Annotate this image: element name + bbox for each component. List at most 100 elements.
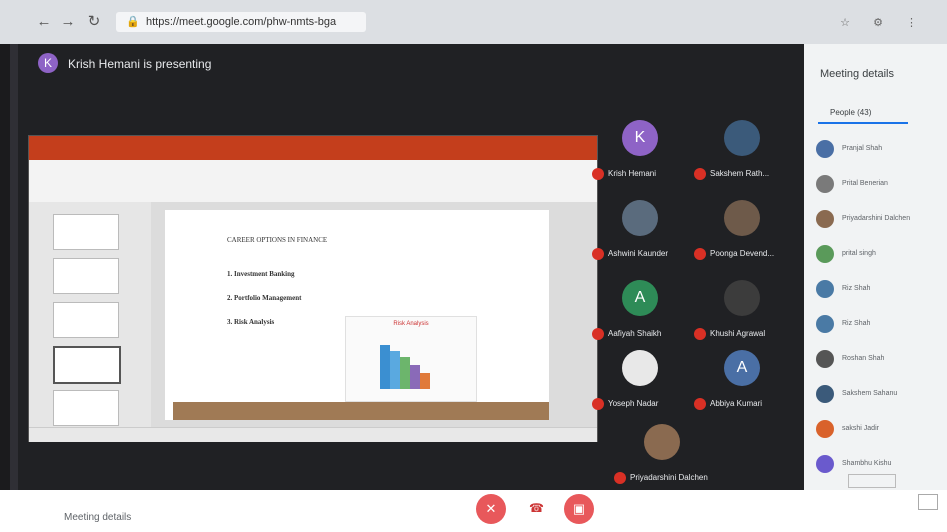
person-name: Roshan Shah: [842, 355, 885, 362]
people-list-item[interactable]: Sakshem Sahanu: [816, 385, 946, 405]
participant-tile[interactable]: K Krish Hemani: [592, 112, 690, 186]
participant-avatar: K: [622, 120, 658, 156]
slide-bullet: 1. Investment Banking: [227, 270, 295, 278]
people-tab-indicator: [818, 122, 908, 124]
participant-tile[interactable]: Ashwini Kaunder: [592, 192, 690, 266]
powerpoint-statusbar: [29, 427, 597, 442]
avatar: [816, 350, 834, 368]
mic-muted-icon: [614, 472, 626, 484]
people-list-item[interactable]: prital singh: [816, 245, 946, 265]
slide-bullet: 3. Risk Analysis: [227, 318, 275, 326]
phone-hangup-icon[interactable]: ☎: [529, 501, 544, 515]
mic-muted-icon: [694, 248, 706, 260]
participant-name: Yoseph Nadar: [608, 399, 659, 408]
mic-muted-icon: [592, 398, 604, 410]
current-slide: CAREER OPTIONS IN FINANCE 1. Investment …: [165, 210, 549, 420]
participant-tile[interactable]: A Aafiyah Shaikh: [592, 272, 690, 346]
people-list-item[interactable]: Pranjal Shah: [816, 140, 946, 160]
present-icon[interactable]: [918, 494, 938, 510]
meeting-details-button[interactable]: Meeting details: [64, 512, 131, 523]
slide-thumbnail[interactable]: [53, 258, 119, 294]
participant-name: Abbiya Kumari: [710, 399, 763, 408]
slide-thumbnail[interactable]: [53, 390, 119, 426]
avatar: [816, 420, 834, 438]
lock-icon: 🔒: [126, 16, 140, 28]
participant-tile[interactable]: Poonga Devend...: [694, 192, 792, 266]
avatar: [816, 175, 834, 193]
url-text: https://meet.google.com/phw-nmts-bga: [146, 16, 337, 28]
people-list-item[interactable]: Roshan Shah: [816, 350, 946, 370]
avatar: [816, 140, 834, 158]
presenter-label: Krish Hemani is presenting: [68, 57, 212, 71]
add-people-button[interactable]: [848, 474, 896, 488]
arrow-left-icon[interactable]: ←: [36, 14, 52, 30]
avatar: [816, 455, 834, 473]
call-controls-bar: Meeting details ✕ ☎ ▣: [0, 490, 947, 532]
mic-muted-icon: [592, 248, 604, 260]
person-name: Priyadarshini Dalchen: [842, 215, 911, 222]
slide-thumbnail[interactable]: [53, 346, 121, 384]
participant-tile[interactable]: Sakshem Rath...: [694, 112, 792, 186]
mic-muted-icon: [694, 328, 706, 340]
mic-muted-icon: [592, 328, 604, 340]
participant-avatar: [622, 350, 658, 386]
slide-thumbnails: [29, 202, 152, 427]
slide-chart: Risk Analysis: [345, 316, 477, 402]
participant-name: Poonga Devend...: [710, 249, 775, 258]
meeting-details-title: Meeting details: [820, 68, 894, 80]
shared-screen: CAREER OPTIONS IN FINANCE 1. Investment …: [28, 135, 598, 442]
slide-bullet: 2. Portfolio Management: [227, 294, 302, 302]
participant-avatar: [724, 280, 760, 316]
participant-tile[interactable]: Yoseph Nadar: [592, 342, 690, 416]
participant-name: Priyadarshini Dalchen: [630, 473, 708, 482]
meeting-details-panel: Meeting details People (43) Pranjal Shah…: [804, 44, 947, 490]
slide-chart-graphic: [380, 345, 430, 389]
powerpoint-ribbon: [29, 160, 597, 203]
people-list-item[interactable]: Priyadarshini Dalchen: [816, 210, 946, 230]
slide-canvas: CAREER OPTIONS IN FINANCE 1. Investment …: [151, 202, 597, 427]
participant-tile[interactable]: Khushi Agrawal: [694, 272, 792, 346]
browser-toolbar: ← → ↻ 🔒 https://meet.google.com/phw-nmts…: [0, 0, 947, 44]
reload-icon[interactable]: ↻: [86, 14, 102, 30]
slide-thumbnail[interactable]: [53, 302, 119, 338]
avatar: [816, 210, 834, 228]
participant-tile[interactable]: A Abbiya Kumari: [694, 342, 792, 416]
arrow-right-icon[interactable]: →: [60, 14, 76, 30]
people-tab[interactable]: People (43): [830, 108, 871, 117]
people-list-item[interactable]: Riz Shah: [816, 315, 946, 335]
mic-muted-icon: [694, 398, 706, 410]
participant-name: Krish Hemani: [608, 169, 657, 178]
camera-off-icon[interactable]: ▣: [564, 494, 594, 524]
avatar: [816, 385, 834, 403]
avatar: [816, 245, 834, 263]
participant-tile[interactable]: Priyadarshini Dalchen: [614, 416, 712, 490]
participant-avatar: [622, 200, 658, 236]
powerpoint-tabs: [29, 150, 597, 160]
slide-thumbnail[interactable]: [53, 214, 119, 250]
extension-icons[interactable]: ☆ ⚙ ⋮: [840, 16, 927, 29]
address-bar[interactable]: 🔒 https://meet.google.com/phw-nmts-bga: [116, 12, 366, 32]
mic-muted-icon: [592, 168, 604, 180]
person-name: Pranjal Shah: [842, 145, 883, 152]
person-name: Sakshem Sahanu: [842, 390, 898, 397]
participant-name: Khushi Agrawal: [710, 329, 766, 338]
participant-avatar: [724, 200, 760, 236]
person-name: sakshi Jadir: [842, 425, 879, 432]
slide-heading: CAREER OPTIONS IN FINANCE: [227, 236, 328, 244]
slide-floor-image: [173, 402, 549, 420]
person-name: Riz Shah: [842, 285, 871, 292]
people-list-item[interactable]: Riz Shah: [816, 280, 946, 300]
people-list-item[interactable]: sakshi Jadir: [816, 420, 946, 440]
people-list-item[interactable]: Prital Benerian: [816, 175, 946, 195]
avatar: [816, 315, 834, 333]
participant-name: Ashwini Kaunder: [608, 249, 669, 258]
participant-avatar: [644, 424, 680, 460]
participant-avatar: [724, 120, 760, 156]
participant-name: Sakshem Rath...: [710, 169, 770, 178]
avatar: [816, 280, 834, 298]
people-list-item[interactable]: Shambhu Kishu: [816, 455, 946, 475]
person-name: Shambhu Kishu: [842, 460, 892, 467]
microphone-off-icon[interactable]: ✕: [476, 494, 506, 524]
participant-avatar: A: [622, 280, 658, 316]
participant-avatar: A: [724, 350, 760, 386]
